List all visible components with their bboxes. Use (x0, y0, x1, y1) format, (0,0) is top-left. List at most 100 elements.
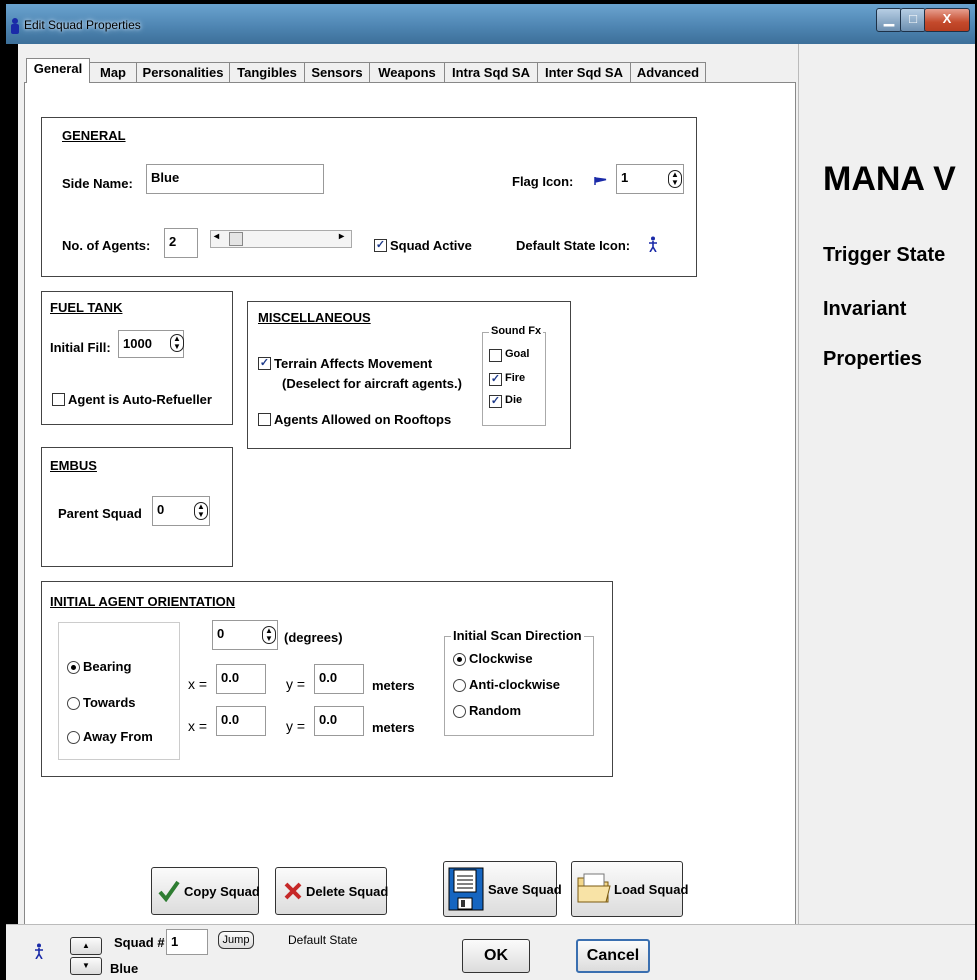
agents-slider[interactable]: ◂ ▸ (210, 230, 352, 248)
floppy-disk-icon (448, 867, 484, 911)
cancel-button[interactable]: Cancel (576, 939, 650, 973)
maximize-button[interactable]: □ (900, 8, 926, 32)
squad-number-label: Squad # (114, 935, 165, 950)
delete-squad-button[interactable]: Delete Squad (275, 867, 388, 915)
away-meters-label: meters (372, 720, 415, 735)
sound-fire-checkbox[interactable]: ✓ (489, 373, 502, 386)
towards-x-input[interactable]: 0.0 (216, 664, 266, 694)
save-squad-label: Save Squad (488, 882, 562, 897)
away-from-label: Away From (83, 729, 153, 744)
anticlockwise-radio[interactable] (453, 679, 466, 692)
away-y-label: y = (286, 718, 306, 734)
general-tab-page: GENERAL Side Name: Blue Flag Icon: 1 ▲ ▼ … (24, 82, 796, 926)
edit-squad-window: Edit Squad Properties ▁ □ X General Map … (6, 4, 975, 980)
squad-down-button[interactable]: ▼ (70, 957, 102, 975)
tab-personalities[interactable]: Personalities (136, 62, 230, 83)
tab-intra-sqd-sa[interactable]: Intra Sqd SA (444, 62, 538, 83)
checkmark-icon: ✓ (375, 239, 386, 251)
towards-meters-label: meters (372, 678, 415, 693)
away-from-radio[interactable] (67, 731, 80, 744)
checkmark-icon: ✓ (490, 395, 501, 407)
close-button[interactable]: X (924, 8, 970, 32)
jump-button[interactable]: Jump (218, 931, 254, 949)
tab-inter-sqd-sa[interactable]: Inter Sqd SA (537, 62, 631, 83)
flag-icon-label: Flag Icon: (512, 174, 574, 189)
towards-y-label: y = (286, 676, 306, 692)
footer-bar: ▲ ▼ Squad # 1 Jump Default State Blue OK… (6, 924, 975, 980)
squad-up-button[interactable]: ▲ (70, 937, 102, 955)
slider-thumb[interactable] (229, 232, 243, 246)
tab-label: Inter Sqd SA (544, 65, 623, 80)
rooftops-label: Agents Allowed on Rooftops (274, 412, 452, 427)
tab-map[interactable]: Map (89, 62, 137, 83)
towards-y-input[interactable]: 0.0 (314, 664, 364, 694)
tab-label: Advanced (636, 65, 700, 80)
group-title: INITIAL AGENT ORIENTATION (50, 594, 236, 609)
delete-x-icon (284, 882, 302, 900)
sound-die-checkbox[interactable]: ✓ (489, 395, 502, 408)
tab-label: Intra Sqd SA (451, 65, 530, 80)
info-line-properties: Properties (823, 348, 922, 370)
squad-side-label: Blue (110, 961, 139, 976)
checkmark-icon (158, 880, 180, 902)
fuel-tank-group: FUEL TANK Initial Fill: 1000 ▲ ▼ Agent is… (41, 291, 233, 425)
no-of-agents-label: No. of Agents: (62, 238, 151, 253)
tab-sensors[interactable]: Sensors (304, 62, 370, 83)
towards-radio[interactable] (67, 697, 80, 710)
scan-direction-title: Initial Scan Direction (451, 628, 584, 643)
minimize-button[interactable]: ▁ (876, 8, 902, 32)
auto-refueller-checkbox[interactable] (52, 393, 65, 406)
sound-fx-group: Sound Fx Goal ✓ Fire ✓ Die (482, 325, 546, 426)
tab-general[interactable]: General (26, 58, 90, 83)
bearing-label: Bearing (83, 659, 132, 674)
ok-label: OK (484, 947, 508, 964)
save-squad-button[interactable]: Save Squad (443, 861, 562, 917)
copy-squad-label: Copy Squad (184, 884, 260, 899)
close-icon: X (942, 11, 952, 26)
degrees-label: (degrees) (284, 630, 343, 645)
squad-number-input[interactable]: 1 (166, 929, 208, 955)
copy-squad-button[interactable]: Copy Squad (151, 867, 260, 915)
minimize-icon: ▁ (884, 11, 894, 26)
tab-label: Personalities (142, 65, 224, 80)
ok-button[interactable]: OK (462, 939, 530, 973)
side-name-label: Side Name: (62, 176, 133, 191)
window-edge (6, 44, 18, 924)
squad-active-checkbox[interactable]: ✓ (374, 239, 387, 252)
tab-tangibles[interactable]: Tangibles (229, 62, 305, 83)
info-panel: MANA V Trigger State Invariant Propertie… (798, 44, 975, 924)
tab-label: General (33, 61, 83, 76)
tab-advanced[interactable]: Advanced (630, 62, 706, 83)
clockwise-label: Clockwise (469, 651, 533, 666)
tab-label: Tangibles (237, 65, 297, 80)
slider-left-arrow-icon: ◂ (214, 231, 220, 242)
tab-weapons[interactable]: Weapons (369, 62, 445, 83)
side-name-input[interactable]: Blue (146, 164, 324, 194)
bearing-radio[interactable] (67, 661, 80, 674)
rooftops-checkbox[interactable] (258, 413, 271, 426)
away-x-input[interactable]: 0.0 (216, 706, 266, 736)
squad-agent-icon (35, 943, 43, 959)
initial-fill-spinner[interactable]: ▲ ▼ (170, 334, 184, 352)
embus-group: EMBUS Parent Squad 0 ▲ ▼ (41, 447, 233, 567)
agent-icon (11, 18, 19, 34)
info-line-trigger-state: Trigger State (823, 244, 946, 266)
load-squad-label: Load Squad (614, 882, 689, 897)
squad-state-label: Default State (288, 933, 358, 947)
terrain-affects-movement-checkbox[interactable]: ✓ (258, 357, 271, 370)
window-title: Edit Squad Properties (24, 18, 141, 32)
away-y-input[interactable]: 0.0 (314, 706, 364, 736)
tab-label: Sensors (311, 65, 363, 80)
flag-icon-spinner[interactable]: ▲ ▼ (668, 170, 682, 188)
scan-direction-group: Initial Scan Direction Clockwise Anti-cl… (444, 628, 594, 736)
parent-squad-spinner[interactable]: ▲ ▼ (194, 502, 208, 520)
sound-fx-title: Sound Fx (489, 325, 544, 337)
sound-goal-checkbox[interactable] (489, 349, 502, 362)
random-radio[interactable] (453, 705, 466, 718)
no-of-agents-input[interactable]: 2 (164, 228, 198, 258)
terrain-affects-movement-label: Terrain Affects Movement (274, 356, 433, 371)
load-squad-button[interactable]: Load Squad (571, 861, 688, 917)
initial-fill-label: Initial Fill: (50, 340, 111, 355)
clockwise-radio[interactable] (453, 653, 466, 666)
bearing-degrees-spinner[interactable]: ▲ ▼ (262, 626, 276, 644)
